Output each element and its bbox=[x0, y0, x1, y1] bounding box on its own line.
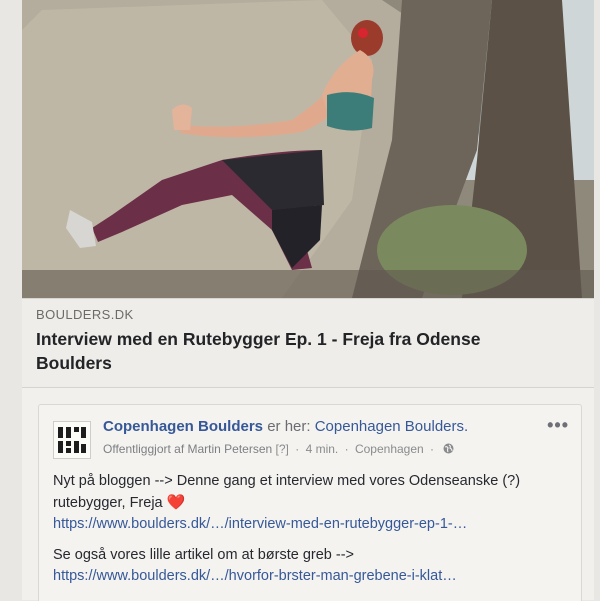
post-line-1: Nyt på bloggen --> Denne gang et intervi… bbox=[53, 473, 521, 511]
post-link-2[interactable]: https://www.boulders.dk/…/hvorfor-brster… bbox=[53, 568, 457, 584]
link-domain: BOULDERS.DK bbox=[36, 307, 134, 322]
post-time[interactable]: 4 min. bbox=[306, 442, 339, 456]
post-header: Copenhagen Boulders er her: Copenhagen B… bbox=[103, 418, 468, 435]
page-avatar[interactable] bbox=[53, 421, 91, 459]
is-here-text: er her: bbox=[267, 418, 311, 435]
post-link-1[interactable]: https://www.boulders.dk/…/interview-med-… bbox=[53, 516, 467, 532]
shared-link-card[interactable]: BOULDERS.DK Interview med en Rutebygger … bbox=[22, 0, 594, 601]
link-preview-photo[interactable] bbox=[22, 0, 594, 298]
embedded-post: Copenhagen Boulders er her: Copenhagen B… bbox=[38, 404, 582, 601]
published-by[interactable]: Offentliggjort af Martin Petersen bbox=[103, 442, 272, 456]
globe-icon[interactable] bbox=[443, 443, 454, 454]
post-body: Nyt på bloggen --> Denne gang et intervi… bbox=[53, 471, 563, 587]
help-marker[interactable]: [?] bbox=[276, 442, 289, 456]
page-name-link[interactable]: Copenhagen Boulders bbox=[103, 418, 263, 435]
link-preview-meta[interactable]: BOULDERS.DK Interview med en Rutebygger … bbox=[22, 298, 594, 388]
location-link[interactable]: Copenhagen Boulders. bbox=[315, 418, 468, 435]
post-line-2: Se også vores lille artikel om at børste… bbox=[53, 547, 354, 563]
post-place[interactable]: Copenhagen bbox=[355, 442, 424, 456]
post-meta: Offentliggjort af Martin Petersen [?] · … bbox=[103, 442, 454, 456]
link-title[interactable]: Interview med en Rutebygger Ep. 1 - Frej… bbox=[36, 327, 556, 375]
more-options-button[interactable]: ••• bbox=[547, 415, 569, 436]
heart-icon: ❤️ bbox=[166, 494, 186, 511]
